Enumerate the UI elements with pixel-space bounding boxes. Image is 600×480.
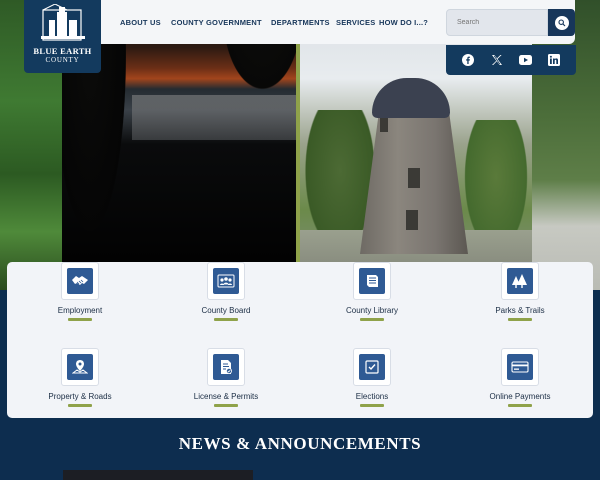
- nav-about-us[interactable]: ABOUT US: [120, 18, 161, 27]
- people-icon: [217, 274, 235, 288]
- youtube-icon[interactable]: [517, 52, 533, 68]
- news-section-title: NEWS & ANNOUNCEMENTS: [178, 434, 422, 453]
- facebook-icon[interactable]: [460, 52, 476, 68]
- quick-link-label: Property & Roads: [48, 392, 112, 401]
- search-input[interactable]: [447, 10, 543, 35]
- map-pin-icon: [72, 360, 88, 374]
- quick-links-panel: Employment County Board County Library P…: [7, 262, 593, 418]
- quick-link-county-board[interactable]: County Board: [153, 262, 299, 321]
- document-icon: [221, 360, 232, 374]
- search-icon: [557, 18, 565, 26]
- quick-link-employment[interactable]: Employment: [7, 262, 153, 321]
- logo-text-line1: BLUE EARTH: [33, 46, 92, 56]
- top-navigation-bar: ABOUT US COUNTY GOVERNMENT DEPARTMENTS S…: [101, 0, 575, 44]
- nav-services[interactable]: SERVICES: [336, 18, 375, 27]
- accent-underline: [68, 404, 92, 407]
- quick-link-label: County Board: [201, 306, 251, 315]
- x-icon[interactable]: [489, 52, 505, 68]
- handshake-icon: [72, 276, 88, 285]
- quick-link-label: Elections: [355, 392, 389, 401]
- quick-link-online-payments[interactable]: Online Payments: [447, 348, 593, 407]
- payment-icon: [511, 361, 529, 373]
- news-card[interactable]: [63, 470, 253, 480]
- accent-underline: [360, 404, 384, 407]
- nav-how-do-i[interactable]: HOW DO I...?: [379, 18, 428, 27]
- courthouse-icon: [40, 4, 85, 41]
- ballot-check-icon: [365, 360, 379, 374]
- quick-link-property-roads[interactable]: Property & Roads: [7, 348, 153, 407]
- accent-underline: [68, 318, 92, 321]
- accent-underline: [508, 318, 532, 321]
- social-media-bar: [446, 45, 576, 75]
- quick-link-label: Parks & Trails: [495, 306, 545, 315]
- county-logo[interactable]: BLUE EARTH COUNTY: [24, 0, 101, 73]
- quick-link-parks-trails[interactable]: Parks & Trails: [447, 262, 593, 321]
- search-box: [446, 9, 548, 36]
- quick-link-label: County Library: [345, 306, 399, 315]
- book-icon: [367, 275, 378, 287]
- accent-underline: [214, 318, 238, 321]
- accent-underline: [214, 404, 238, 407]
- logo-text-line2: COUNTY: [45, 56, 80, 64]
- quick-link-license-permits[interactable]: License & Permits: [153, 348, 299, 407]
- quick-link-label: License & Permits: [193, 392, 259, 401]
- quick-link-elections[interactable]: Elections: [299, 348, 445, 407]
- quick-link-label: Employment: [57, 306, 103, 315]
- search-button[interactable]: [548, 9, 575, 36]
- linkedin-icon[interactable]: [546, 52, 562, 68]
- nav-county-government[interactable]: COUNTY GOVERNMENT: [171, 18, 262, 27]
- trees-icon: [512, 274, 527, 288]
- nav-departments[interactable]: DEPARTMENTS: [271, 18, 330, 27]
- quick-link-label: Online Payments: [489, 392, 551, 401]
- accent-underline: [508, 404, 532, 407]
- quick-link-county-library[interactable]: County Library: [299, 262, 445, 321]
- accent-underline: [360, 318, 384, 321]
